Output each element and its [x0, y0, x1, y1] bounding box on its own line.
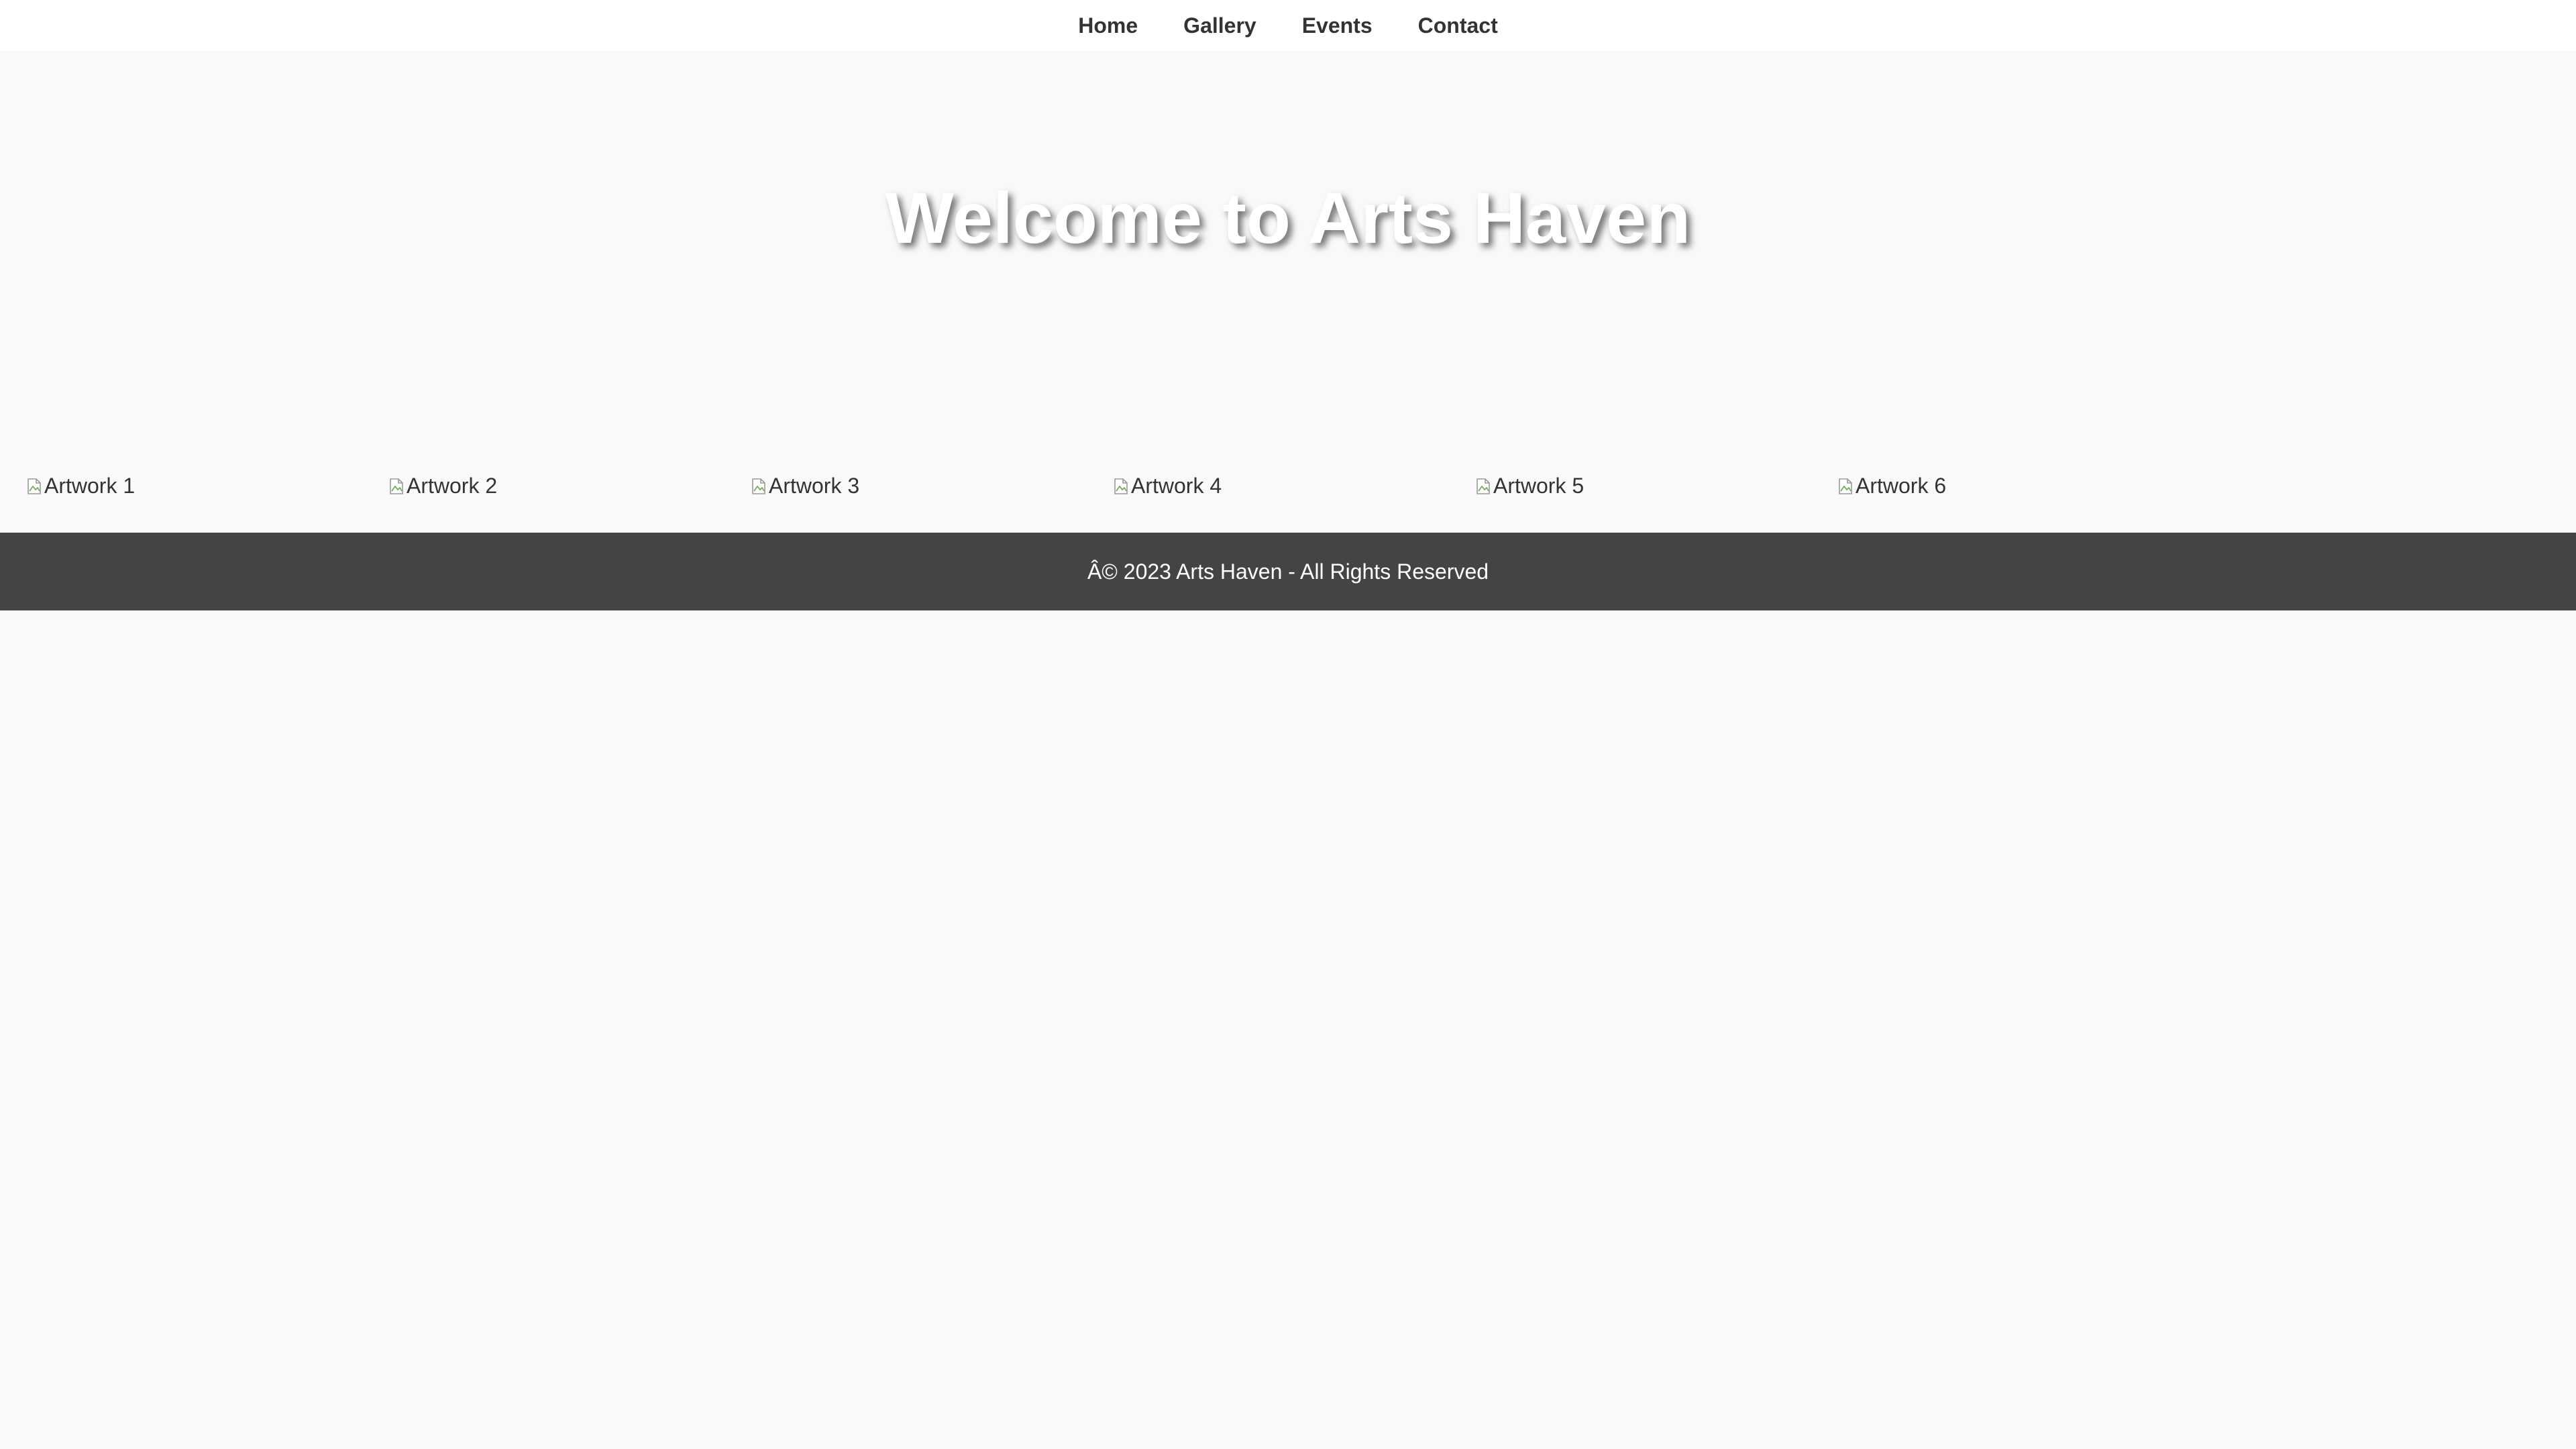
artwork-alt-text: Artwork 2: [407, 474, 498, 498]
artwork-alt-text: Artwork 6: [1856, 474, 1947, 498]
hero-title: Welcome to Arts Haven: [885, 176, 1691, 258]
nav-link-events[interactable]: Events: [1302, 13, 1373, 38]
artwork-alt-text: Artwork 4: [1131, 474, 1222, 498]
broken-image-icon: [751, 478, 766, 495]
broken-image-icon: [1114, 478, 1128, 495]
nav-link-contact[interactable]: Contact: [1418, 13, 1498, 38]
broken-image-icon: [389, 478, 404, 495]
hero-banner: Welcome to Arts Haven: [0, 51, 2576, 453]
artwork-image-6[interactable]: Artwork 6: [1838, 474, 1946, 498]
nav-link-home[interactable]: Home: [1078, 13, 1138, 38]
artwork-image-3[interactable]: Artwork 3: [751, 474, 859, 498]
nav-link-gallery[interactable]: Gallery: [1183, 13, 1256, 38]
artwork-image-5[interactable]: Artwork 5: [1476, 474, 1584, 498]
broken-image-icon: [1838, 478, 1853, 495]
artwork-image-2[interactable]: Artwork 2: [389, 474, 497, 498]
copyright-text: Â© 2023 Arts Haven - All Rights Reserved: [1087, 559, 1489, 584]
top-navigation: Home Gallery Events Contact: [0, 0, 2576, 51]
artwork-image-4[interactable]: Artwork 4: [1114, 474, 1222, 498]
broken-image-icon: [27, 478, 42, 495]
artwork-gallery: Artwork 1 Artwork 2 Artwork 3 Artwork 4 …: [27, 474, 2576, 514]
artwork-alt-text: Artwork 3: [769, 474, 860, 498]
page-footer: Â© 2023 Arts Haven - All Rights Reserved: [0, 533, 2576, 610]
artwork-alt-text: Artwork 1: [44, 474, 136, 498]
artwork-image-1[interactable]: Artwork 1: [27, 474, 135, 498]
artwork-alt-text: Artwork 5: [1493, 474, 1585, 498]
broken-image-icon: [1476, 478, 1491, 495]
